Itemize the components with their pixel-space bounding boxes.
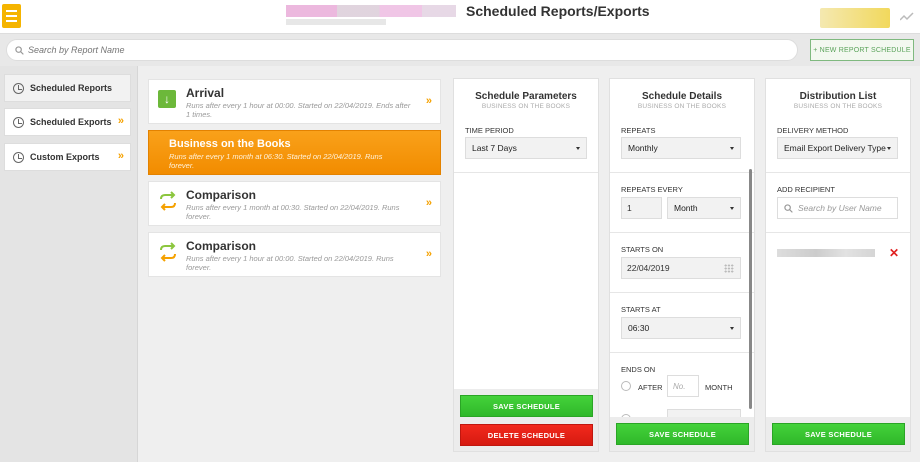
repeats-every-unit-value: Month (674, 203, 698, 213)
ends-after-count-input[interactable]: No. (667, 375, 699, 397)
sidebar-item-label: Custom Exports (30, 152, 100, 162)
sidebar-item-scheduled-exports[interactable]: Scheduled Exports » (4, 108, 131, 136)
panel-subtitle: BUSINESS ON THE BOOKS (481, 103, 571, 110)
repeats-every-count-input[interactable]: 1 (621, 197, 662, 219)
ends-after-radio[interactable] (621, 381, 631, 391)
search-icon (784, 203, 793, 213)
divider (610, 292, 754, 293)
divider (766, 232, 910, 233)
panel-title: Distribution List (799, 91, 877, 102)
search-box (6, 39, 798, 61)
caret-down-icon (730, 327, 734, 330)
starts-at-label: STARTS AT (621, 305, 661, 314)
remove-recipient-icon[interactable]: ✕ (889, 246, 899, 260)
search-icon (15, 45, 24, 55)
month-label: MONTH (705, 383, 733, 392)
line-chart-icon[interactable] (896, 6, 918, 28)
starts-on-label: STARTS ON (621, 245, 664, 254)
save-schedule-button[interactable]: SAVE SCHEDULE (616, 423, 749, 445)
delivery-method-label: DELIVERY METHOD (777, 126, 849, 135)
divider (610, 352, 754, 353)
report-title: Arrival (186, 86, 225, 100)
time-period-value: Last 7 Days (472, 143, 517, 153)
panel-title: Schedule Details (641, 91, 723, 102)
report-title: Business on the Books (169, 138, 291, 150)
divider (610, 172, 754, 173)
redacted-account-subtext (286, 19, 386, 25)
report-title: Comparison (186, 188, 257, 202)
report-card-comparison-1[interactable]: Comparison Runs after every 1 month at 0… (148, 181, 441, 226)
starts-at-value: 06:30 (628, 323, 650, 333)
report-description: Runs after every 1 month at 06:30. Start… (169, 152, 383, 170)
report-description: Runs after every 1 hour at 00:00. Starte… (186, 254, 394, 272)
starts-at-select[interactable]: 06:30 (621, 317, 741, 339)
redacted-account-name (286, 5, 456, 17)
report-card-comparison-2[interactable]: Comparison Runs after every 1 hour at 00… (148, 232, 441, 277)
sidebar-item-label: Scheduled Exports (30, 117, 112, 127)
new-report-schedule-button[interactable]: + NEW REPORT SCHEDULE (810, 39, 914, 61)
clock-icon (13, 151, 24, 163)
add-recipient-label: ADD RECIPIENT (777, 185, 835, 194)
sidebar-item-label: Scheduled Reports (30, 83, 113, 93)
report-description: Runs after every 1 hour at 00:00. Starte… (186, 101, 411, 119)
clock-icon (13, 116, 24, 128)
save-schedule-button[interactable]: SAVE SCHEDULE (772, 423, 905, 445)
download-arrow-icon: ↓ (158, 90, 176, 108)
caret-down-icon (730, 147, 734, 150)
repeats-every-unit-select[interactable]: Month (667, 197, 741, 219)
search-user-placeholder: Search by User Name (798, 203, 882, 213)
delete-schedule-button[interactable]: DELETE SCHEDULE (460, 424, 593, 446)
repeats-label: REPEATS (621, 126, 656, 135)
top-header: Scheduled Reports/Exports (0, 0, 920, 34)
delivery-method-select[interactable]: Email Export Delivery Type (777, 137, 898, 159)
double-chevron-right-icon: » (425, 197, 432, 209)
clock-icon (13, 82, 24, 94)
hamburger-menu-icon[interactable] (2, 4, 21, 28)
recipient-email (777, 249, 875, 257)
panel-title: Schedule Parameters (475, 91, 577, 102)
ends-on-label: ENDS ON (621, 365, 656, 374)
sidebar: Scheduled Reports Scheduled Exports » Cu… (0, 66, 138, 462)
double-chevron-right-icon: » (117, 150, 124, 162)
repeats-value: Monthly (628, 143, 658, 153)
report-description: Runs after every 1 month at 00:30. Start… (186, 203, 400, 221)
calendar-icon[interactable] (724, 264, 734, 273)
page-title: Scheduled Reports/Exports (466, 3, 650, 19)
time-period-select[interactable]: Last 7 Days (465, 137, 587, 159)
time-period-label: TIME PERIOD (465, 126, 514, 135)
panel-subtitle: BUSINESS ON THE BOOKS (793, 103, 883, 110)
search-input[interactable] (28, 45, 728, 55)
after-label: AFTER (638, 383, 663, 392)
caret-down-icon (730, 207, 734, 210)
divider (766, 172, 910, 173)
swap-arrows-icon (160, 242, 176, 262)
report-card-arrival[interactable]: ↓ Arrival Runs after every 1 hour at 00:… (148, 79, 441, 124)
panel-scrollbar[interactable] (749, 169, 752, 409)
swap-arrows-icon (160, 191, 176, 211)
panel-subtitle: BUSINESS ON THE BOOKS (637, 103, 727, 110)
caret-down-icon (887, 147, 891, 150)
divider (610, 232, 754, 233)
delivery-method-value: Email Export Delivery Type (784, 143, 886, 153)
double-chevron-right-icon: » (425, 95, 432, 107)
schedule-parameters-panel: Schedule Parameters BUSINESS ON THE BOOK… (453, 78, 599, 452)
search-row: + NEW REPORT SCHEDULE (0, 34, 920, 66)
distribution-list-panel: Distribution List BUSINESS ON THE BOOKS … (765, 78, 911, 452)
report-title: Comparison (186, 239, 257, 253)
user-avatar[interactable] (820, 8, 890, 28)
starts-on-date-input[interactable]: 22/04/2019 (621, 257, 741, 279)
sidebar-item-custom-exports[interactable]: Custom Exports » (4, 143, 131, 171)
report-card-business-on-the-books[interactable]: Business on the Books Runs after every 1… (148, 130, 441, 175)
sidebar-item-scheduled-reports[interactable]: Scheduled Reports (4, 74, 131, 102)
caret-down-icon (576, 147, 580, 150)
repeats-every-label: REPEATS EVERY (621, 185, 683, 194)
double-chevron-right-icon: » (117, 115, 124, 127)
save-schedule-button[interactable]: SAVE SCHEDULE (460, 395, 593, 417)
double-chevron-right-icon: » (425, 248, 432, 260)
divider (454, 172, 598, 173)
schedule-details-panel: Schedule Details BUSINESS ON THE BOOKS R… (609, 78, 755, 452)
search-user-input[interactable]: Search by User Name (777, 197, 898, 219)
starts-on-value: 22/04/2019 (627, 263, 670, 273)
repeats-select[interactable]: Monthly (621, 137, 741, 159)
